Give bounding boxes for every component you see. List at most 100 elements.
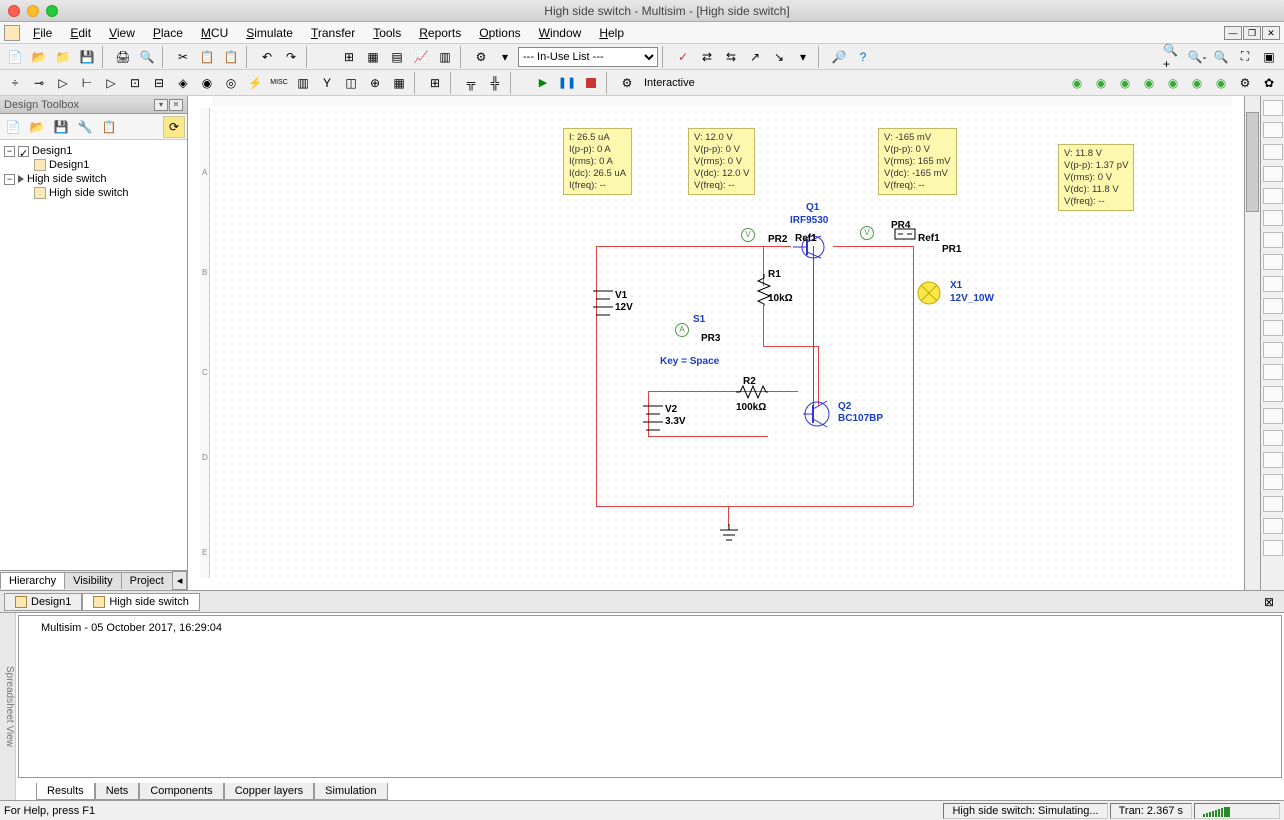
probe-pr4[interactable]: V	[860, 226, 874, 240]
tab-simulation[interactable]: Simulation	[314, 783, 387, 800]
zoom-out-icon[interactable]: 🔍-	[1186, 46, 1208, 68]
instrument-agilent-fg-icon[interactable]	[1263, 408, 1283, 424]
place-cmos-icon[interactable]: ⊟	[148, 72, 170, 94]
probe-settings-icon[interactable]: ⚙	[1234, 72, 1256, 94]
menu-tools[interactable]: Tools	[364, 24, 410, 42]
find-icon[interactable]: 🔎	[828, 46, 850, 68]
instrument-multimeter-icon[interactable]	[1263, 100, 1283, 116]
place-basic-icon[interactable]: ⊸	[28, 72, 50, 94]
instrument-spectrum-icon[interactable]	[1263, 364, 1283, 380]
redo-icon[interactable]: ↷	[280, 46, 302, 68]
tree-highside-root[interactable]: −High side switch	[4, 172, 183, 186]
place-diode-icon[interactable]: ▷	[52, 72, 74, 94]
zoom-in-icon[interactable]: 🔍+	[1162, 46, 1184, 68]
junction-icon[interactable]: ╬	[484, 72, 506, 94]
instrument-agilent-scope-icon[interactable]	[1263, 452, 1283, 468]
menu-simulate[interactable]: Simulate	[237, 24, 302, 42]
instrument-current-probe-icon[interactable]	[1263, 540, 1283, 556]
schematic-canvas[interactable]: A B C D E I: 26.5 uAI(p-p): 0 AI(rms): 0…	[188, 96, 1244, 590]
menu-reports[interactable]: Reports	[410, 24, 470, 42]
place-analog-icon[interactable]: ▷	[100, 72, 122, 94]
place-ttl-icon[interactable]: ⊡	[124, 72, 146, 94]
component-q2[interactable]	[803, 399, 837, 429]
menu-options[interactable]: Options	[470, 24, 529, 42]
save-design-icon[interactable]: 💾	[50, 116, 72, 138]
dropdown-icon[interactable]: ▾	[494, 46, 516, 68]
tree-design1-root[interactable]: −✓Design1	[4, 144, 183, 158]
bus-icon[interactable]: ╦	[460, 72, 482, 94]
menu-mcu[interactable]: MCU	[192, 24, 237, 42]
help-icon[interactable]: ?	[852, 46, 874, 68]
stop-icon[interactable]	[580, 72, 602, 94]
place-mixed-icon[interactable]: ◉	[196, 72, 218, 94]
tab-hierarchy[interactable]: Hierarchy	[0, 572, 65, 589]
place-transistor-icon[interactable]: ⊢	[76, 72, 98, 94]
forward-annotate-icon[interactable]: ⇆	[720, 46, 742, 68]
tab-design1[interactable]: Design1	[4, 593, 82, 611]
instrument-freq-icon[interactable]	[1263, 232, 1283, 248]
clipboard-icon[interactable]: 📋	[98, 116, 120, 138]
maximize-button[interactable]	[46, 5, 58, 17]
instrument-funcgen-icon[interactable]	[1263, 122, 1283, 138]
tree-highside-page[interactable]: High side switch	[4, 186, 183, 200]
mdi-minimize[interactable]: —	[1224, 26, 1242, 40]
run-icon[interactable]: ▶	[532, 72, 554, 94]
probe1-icon[interactable]: ◉	[1066, 72, 1088, 94]
tree-design1-page[interactable]: Design1	[4, 158, 183, 172]
tool-icon[interactable]: 🔧	[74, 116, 96, 138]
place-source-icon[interactable]: ÷	[4, 72, 26, 94]
paste-icon[interactable]: 📋	[220, 46, 242, 68]
instrument-iv-icon[interactable]	[1263, 320, 1283, 336]
instrument-logic-analyzer-icon[interactable]	[1263, 276, 1283, 292]
component-ground[interactable]	[718, 524, 740, 544]
back-annotate-icon[interactable]: ⇄	[696, 46, 718, 68]
minimize-button[interactable]	[27, 5, 39, 17]
menu-view[interactable]: View	[100, 24, 144, 42]
place-mcu-icon[interactable]: ▦	[388, 72, 410, 94]
instrument-distortion-icon[interactable]	[1263, 342, 1283, 358]
tab-copper[interactable]: Copper layers	[224, 783, 314, 800]
place-ni-icon[interactable]: ◫	[340, 72, 362, 94]
probe-pr3[interactable]: A	[675, 323, 689, 337]
tab-close-icon[interactable]: ⊠	[1258, 591, 1280, 613]
probe7-icon[interactable]: ◉	[1210, 72, 1232, 94]
zoom-area-icon[interactable]: 🔍	[1210, 46, 1232, 68]
dropdown2-icon[interactable]: ▾	[792, 46, 814, 68]
new-icon[interactable]: 📄	[4, 46, 26, 68]
place-indicator-icon[interactable]: ◎	[220, 72, 242, 94]
panel-dropdown-icon[interactable]: ▾	[154, 99, 168, 111]
open-design-icon[interactable]: 📂	[26, 116, 48, 138]
probe2-icon[interactable]: ◉	[1090, 72, 1112, 94]
zoom-fit-icon[interactable]: ⛶	[1234, 46, 1256, 68]
erc-icon[interactable]: ✓	[672, 46, 694, 68]
tab-nets[interactable]: Nets	[95, 783, 140, 800]
probe3-icon[interactable]: ◉	[1114, 72, 1136, 94]
log-area[interactable]: Multisim - 05 October 2017, 16:29:04	[18, 615, 1282, 778]
new-design-icon[interactable]: 📄	[2, 116, 24, 138]
tab-visibility[interactable]: Visibility	[64, 572, 122, 589]
open-icon[interactable]: 📂	[28, 46, 50, 68]
place-misc2-icon[interactable]: MISC	[268, 72, 290, 94]
save-icon[interactable]: 💾	[76, 46, 98, 68]
instrument-logic-conv-icon[interactable]	[1263, 298, 1283, 314]
menu-transfer[interactable]: Transfer	[302, 24, 364, 42]
print-icon[interactable]: 🖨	[112, 46, 134, 68]
menu-window[interactable]: Window	[530, 24, 591, 42]
in-use-list-select[interactable]: --- In-Use List ---	[518, 47, 658, 67]
component-v2[interactable]	[643, 396, 663, 436]
component-wizard-icon[interactable]: ⚙	[470, 46, 492, 68]
instrument-wattmeter-icon[interactable]	[1263, 144, 1283, 160]
open-sample-icon[interactable]: 📁	[52, 46, 74, 68]
instrument-network-icon[interactable]	[1263, 386, 1283, 402]
toggle-toolbox-icon[interactable]: ⊞	[338, 46, 360, 68]
fullscreen-icon[interactable]: ▣	[1258, 46, 1280, 68]
instrument-4ch-scope-icon[interactable]	[1263, 188, 1283, 204]
cut-icon[interactable]: ✂	[172, 46, 194, 68]
tab-components[interactable]: Components	[139, 783, 223, 800]
print-preview-icon[interactable]: 🔍	[136, 46, 158, 68]
tab-project[interactable]: Project	[121, 572, 173, 589]
database-icon[interactable]: ▤	[386, 46, 408, 68]
grapher-icon[interactable]: 📈	[410, 46, 432, 68]
probe6-icon[interactable]: ◉	[1186, 72, 1208, 94]
probe4-icon[interactable]: ◉	[1138, 72, 1160, 94]
